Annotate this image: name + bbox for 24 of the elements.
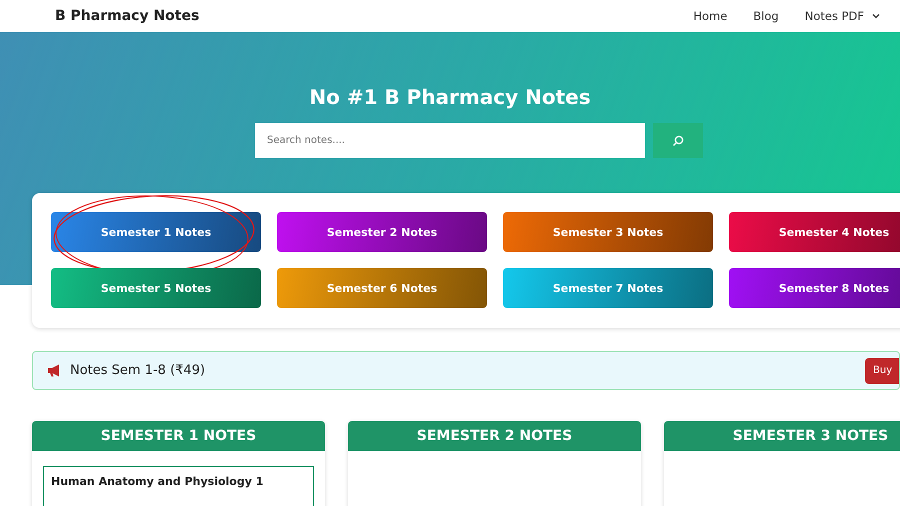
search-button[interactable] [653,123,703,158]
caret-icon [872,13,880,19]
semester-button[interactable]: Semester 7 Notes [503,268,713,308]
semester-button[interactable]: Semester 2 Notes [277,212,487,252]
semester-button[interactable]: Semester 3 Notes [503,212,713,252]
nav-link[interactable]: Blog [753,9,779,23]
site-brand[interactable]: B Pharmacy Notes [55,8,200,24]
semester-button[interactable]: Semester 8 Notes [729,268,900,308]
card-header: SEMESTER 1 NOTES [32,421,325,451]
card-header: SEMESTER 3 NOTES [664,421,900,451]
nav-link[interactable]: Home [693,9,728,23]
search-icon [672,134,684,146]
megaphone-icon [47,364,62,377]
nav-link[interactable]: Notes PDF [804,9,880,23]
buy-button[interactable]: Buy [865,358,899,384]
semester-button[interactable]: Semester 1 Notes [51,212,261,252]
semester-button[interactable]: Semester 5 Notes [51,268,261,308]
semester-button[interactable]: Semester 6 Notes [277,268,487,308]
search-field[interactable]: Search notes.... [255,123,645,158]
card-header: SEMESTER 2 NOTES [348,421,641,451]
announcement-text: Notes Sem 1-8 (₹49) [70,363,206,378]
hero-title: No #1 B Pharmacy Notes [309,85,591,109]
semester-button[interactable]: Semester 4 Notes [729,212,900,252]
subject-link[interactable]: Human Anatomy and Physiology 1 [43,466,314,506]
